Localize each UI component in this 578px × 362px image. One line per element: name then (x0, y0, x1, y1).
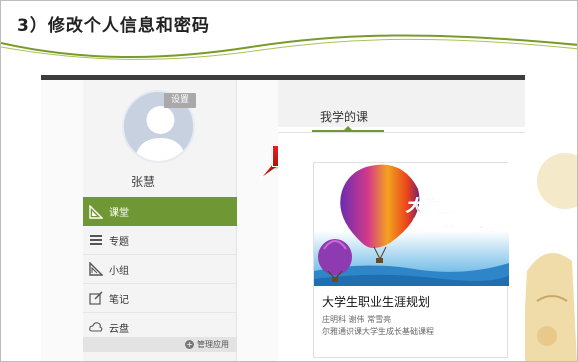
sidebar-item-label: 小组 (109, 265, 129, 277)
banner-line1: 大学生 (406, 196, 456, 215)
sidebar-item-label: 课堂 (109, 208, 129, 219)
course-description: 尔雅通识课大学生成长基础课程 (322, 327, 434, 336)
sidebar-item-topic[interactable]: 专题 (83, 226, 237, 255)
course-teachers: 庄明科 谢伟 常雪亮 (322, 315, 392, 324)
sidebar-item-group[interactable]: 小组 (83, 255, 237, 284)
sidebar-item-classroom[interactable]: 课堂 (83, 197, 237, 226)
sidebar: 张慧 课堂 专题 小组 笔记 云盘 + 管理应用 (83, 80, 237, 361)
slide: 3）修改个人信息和密码 张慧 课堂 专题 小组 笔记 云盘 + 管理应用 设置 … (0, 0, 578, 362)
tab-my-courses[interactable]: 我学的课 (320, 108, 368, 125)
plus-icon: + (185, 340, 194, 349)
banner-line2: 职业生涯规划 (410, 217, 503, 235)
cartoon-decoration (522, 153, 577, 361)
cloud-icon (89, 320, 103, 334)
note-icon (89, 291, 103, 305)
group-icon (89, 262, 103, 276)
course-cover-image[interactable]: 大学生 职业生涯规划 (314, 163, 509, 286)
classroom-icon (89, 204, 103, 219)
sidebar-item-note[interactable]: 笔记 (83, 284, 237, 313)
decorative-wave (1, 34, 577, 60)
main-content: 我学的课 大学生 职业生涯规划 大学生职业生涯规划 庄明科 谢伟 常雪亮 尔雅通… (278, 80, 525, 361)
sidebar-item-label: 笔记 (109, 294, 129, 306)
course-card[interactable]: 大学生 职业生涯规划 大学生职业生涯规划 庄明科 谢伟 常雪亮 尔雅通识课大学生… (313, 162, 509, 358)
tab-bar (278, 80, 525, 127)
topic-icon (89, 233, 103, 247)
sidebar-item-label: 云盘 (109, 323, 129, 335)
tab-divider (278, 132, 525, 133)
active-tab-underline (312, 130, 384, 132)
manage-apps-button[interactable]: + 管理应用 (83, 337, 237, 352)
user-name: 张慧 (130, 175, 155, 189)
sidebar-item-label: 专题 (109, 236, 129, 248)
hot-air-balloon-image: 大学生 职业生涯规划 (314, 163, 509, 286)
sidebar-nav: 课堂 专题 小组 笔记 云盘 (83, 197, 237, 342)
active-tab-arrow (344, 126, 352, 130)
course-title[interactable]: 大学生职业生涯规划 (322, 293, 430, 310)
settings-button[interactable]: 设置 (164, 93, 196, 108)
manage-apps-label: 管理应用 (197, 340, 229, 349)
